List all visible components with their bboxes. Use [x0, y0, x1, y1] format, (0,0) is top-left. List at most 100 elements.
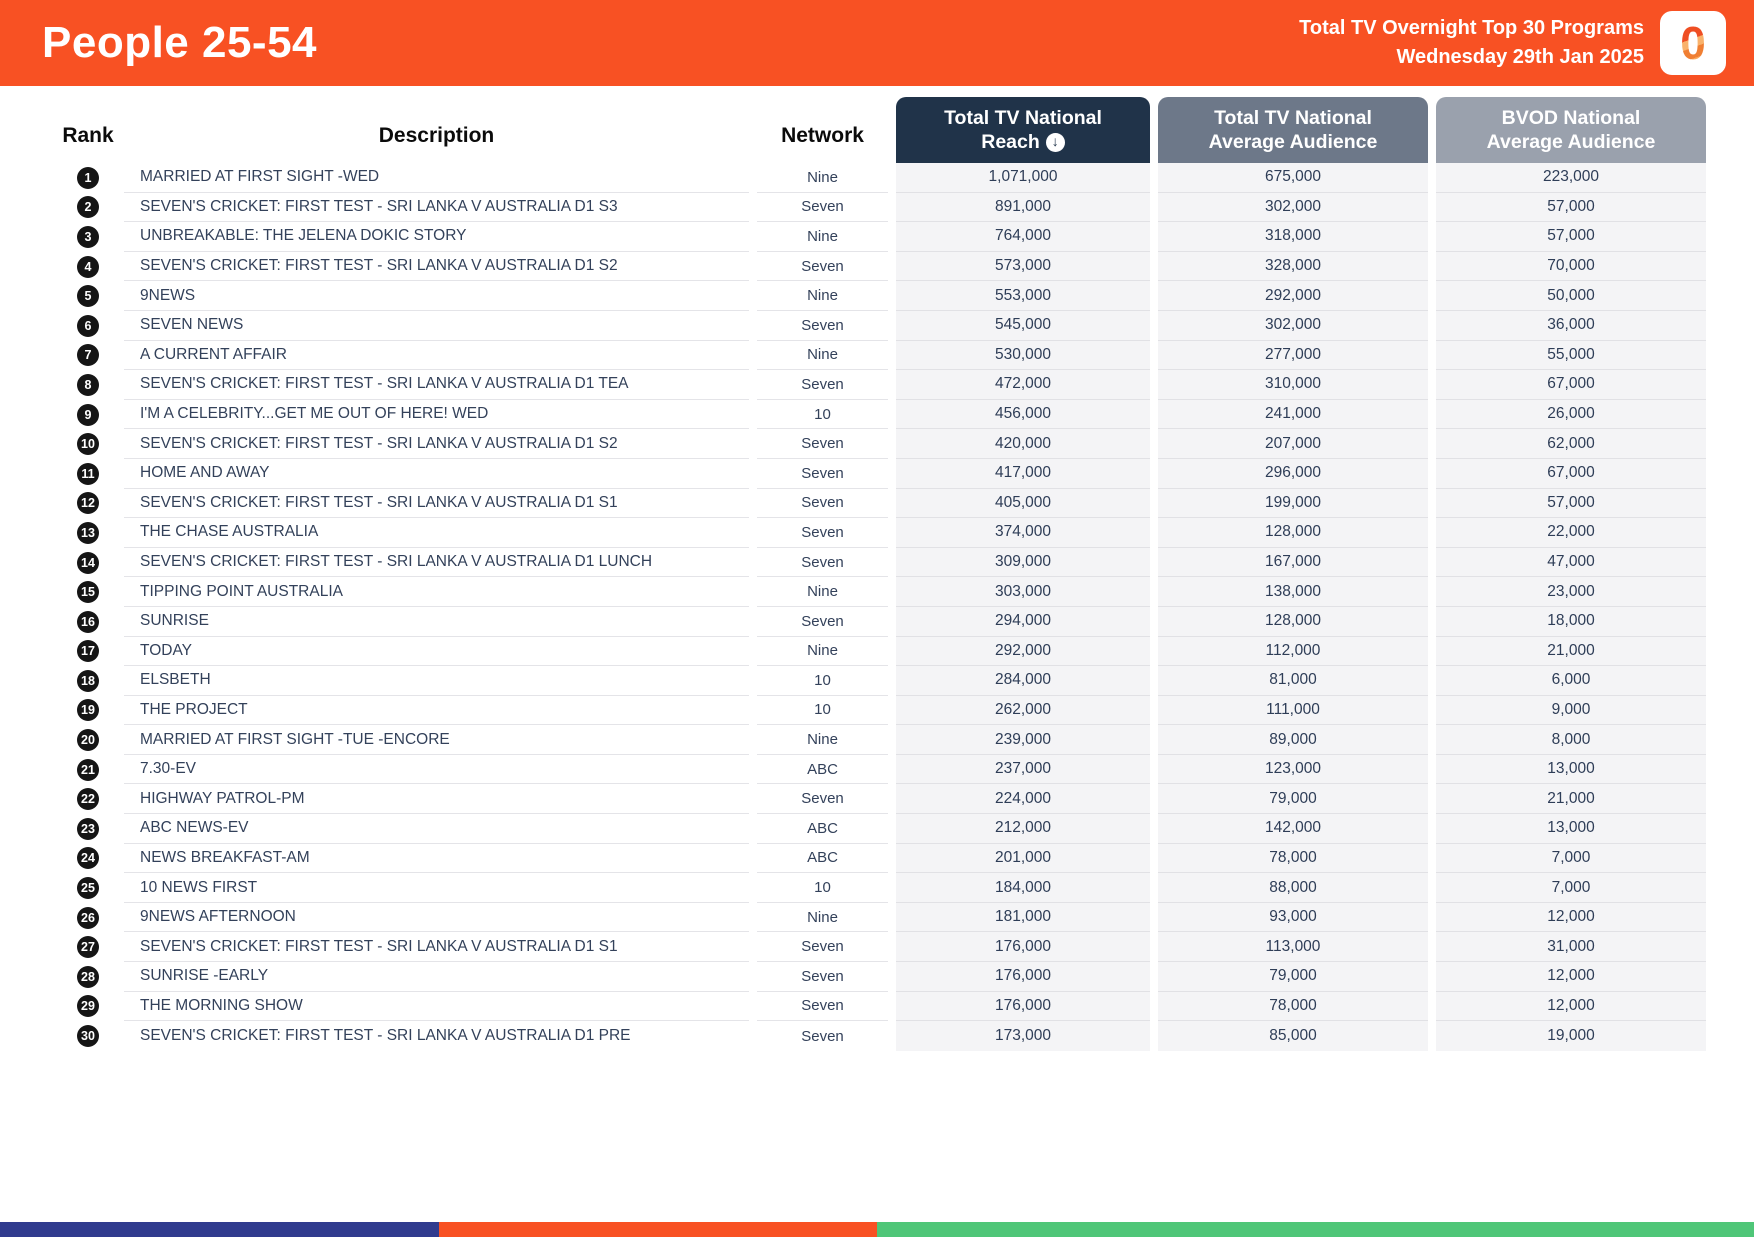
rank-badge: 2: [77, 196, 99, 219]
report-subtitle: Total TV Overnight Top 30 Programs Wedne…: [1299, 14, 1644, 72]
rank-badge: 18: [77, 669, 99, 692]
program-description: 9NEWS AFTERNOON: [124, 903, 749, 933]
program-description: SEVEN'S CRICKET: FIRST TEST - SRI LANKA …: [124, 489, 749, 519]
reach-value: 176,000: [896, 962, 1150, 992]
reach-value: 284,000: [896, 666, 1150, 696]
network-cell: Seven: [757, 489, 888, 519]
footer-segment-orange: [438, 1222, 877, 1237]
table-row: 6 SEVEN NEWS Seven 545,000 302,000 36,00…: [60, 310, 1706, 341]
reach-value: 420,000: [896, 429, 1150, 459]
column-header-rank: Rank: [62, 124, 114, 147]
rank-badge: 6: [77, 314, 99, 337]
avg-audience-value: 277,000: [1158, 340, 1428, 371]
avg-audience-value: 292,000: [1158, 281, 1428, 311]
table-row: 28 SUNRISE -EARLY Seven 176,000 79,000 1…: [60, 962, 1706, 992]
rank-badge: 15: [77, 581, 99, 604]
program-description: I'M A CELEBRITY...GET ME OUT OF HERE! WE…: [124, 400, 749, 430]
bvod-audience-value: 9,000: [1436, 695, 1706, 726]
rank-badge: 27: [77, 936, 99, 959]
avg-audience-value: 78,000: [1158, 991, 1428, 1022]
reach-value: 224,000: [896, 784, 1150, 815]
table-row: 4 SEVEN'S CRICKET: FIRST TEST - SRI LANK…: [60, 251, 1706, 282]
rank-badge: 9: [77, 403, 99, 426]
sort-descending-icon[interactable]: ↓: [1045, 132, 1065, 152]
column-header-total-tv-reach[interactable]: Total TV National Reach ↓: [896, 97, 1150, 163]
avg-audience-value: 113,000: [1158, 932, 1428, 963]
rank-cell: 2: [60, 193, 116, 223]
bvod-audience-value: 18,000: [1436, 606, 1706, 637]
bvod-audience-value: 67,000: [1436, 458, 1706, 489]
rank-badge: 10: [77, 433, 99, 456]
avg-audience-value: 328,000: [1158, 251, 1428, 282]
rank-cell: 14: [60, 548, 116, 578]
program-description: SEVEN'S CRICKET: FIRST TEST - SRI LANKA …: [140, 1027, 631, 1045]
table-row: 8 SEVEN'S CRICKET: FIRST TEST - SRI LANK…: [60, 370, 1706, 400]
rank-cell: 11: [60, 459, 116, 489]
bvod-header-line2: Average Audience: [1486, 131, 1656, 153]
rank-badge: 11: [77, 462, 99, 485]
oztam-logo-zero: 0: [1680, 17, 1706, 69]
bvod-audience-value: 31,000: [1436, 932, 1706, 963]
network-cell: Seven: [757, 252, 888, 282]
table-row: 16 SUNRISE Seven 294,000 128,000 18,000: [60, 606, 1706, 637]
program-description: 7.30-EV: [124, 755, 749, 785]
reach-value: 456,000: [896, 399, 1150, 430]
avg-audience-value: 128,000: [1158, 606, 1428, 637]
bvod-audience-value: 23,000: [1436, 577, 1706, 607]
network-cell: Seven: [757, 193, 888, 223]
reach-value: 891,000: [896, 192, 1150, 223]
program-description: TIPPING POINT AUSTRALIA: [124, 577, 749, 607]
network-cell: Nine: [757, 281, 888, 311]
program-description: THE CHASE AUSTRALIA: [124, 518, 749, 548]
bvod-audience-value: 21,000: [1436, 784, 1706, 815]
rank-cell: 8: [60, 370, 116, 400]
rank-cell: 24: [60, 844, 116, 874]
table-row: 24 NEWS BREAKFAST-AM ABC 201,000 78,000 …: [60, 843, 1706, 874]
column-header-total-tv-average: Total TV National Average Audience: [1158, 97, 1428, 163]
report-title-line: Total TV Overnight Top 30 Programs: [1299, 17, 1644, 39]
avg-audience-value: 88,000: [1158, 873, 1428, 903]
network-cell: Seven: [757, 518, 888, 548]
program-description: SEVEN NEWS: [124, 311, 749, 341]
rank-badge: 7: [77, 344, 99, 367]
network-cell: Seven: [757, 311, 888, 341]
bvod-audience-value: 6,000: [1436, 666, 1706, 696]
rank-cell: 26: [60, 903, 116, 933]
reach-value: 176,000: [896, 991, 1150, 1022]
rank-cell: 9: [60, 400, 116, 430]
network-cell: 10: [757, 696, 888, 726]
reach-value: 530,000: [896, 340, 1150, 371]
avg-audience-value: 302,000: [1158, 192, 1428, 223]
program-description: SEVEN'S CRICKET: FIRST TEST - SRI LANKA …: [124, 370, 749, 400]
network-cell: ABC: [757, 844, 888, 874]
avg-audience-value: 207,000: [1158, 429, 1428, 459]
report-date-line: Wednesday 29th Jan 2025: [1396, 46, 1644, 68]
reach-value: 374,000: [896, 518, 1150, 548]
program-description: SEVEN'S CRICKET: FIRST TEST - SRI LANKA …: [124, 932, 749, 963]
rank-badge: 22: [77, 788, 99, 811]
bvod-audience-value: 26,000: [1436, 399, 1706, 430]
reach-value: 239,000: [896, 725, 1150, 755]
reach-value: 201,000: [896, 843, 1150, 874]
program-table-body: 1 MARRIED AT FIRST SIGHT -WED Nine 1,071…: [0, 163, 1754, 1051]
rank-badge: 14: [77, 551, 99, 574]
avg-audience-value: 142,000: [1158, 814, 1428, 844]
reach-value: 294,000: [896, 606, 1150, 637]
bvod-audience-value: 55,000: [1436, 340, 1706, 371]
rank-cell: 27: [60, 932, 116, 962]
rank-cell: 18: [60, 666, 116, 696]
program-description: SUNRISE: [124, 607, 749, 637]
program-description: ABC NEWS-EV: [124, 814, 749, 844]
table-row: 9 I'M A CELEBRITY...GET ME OUT OF HERE! …: [60, 399, 1706, 430]
network-cell: Nine: [757, 341, 888, 371]
rank-badge: 1: [77, 166, 99, 189]
network-cell: ABC: [757, 814, 888, 844]
network-cell: Seven: [757, 429, 888, 459]
rank-cell: 7: [60, 341, 116, 371]
bvod-audience-value: 22,000: [1436, 518, 1706, 548]
rank-badge: 26: [77, 906, 99, 929]
reach-header-label: Reach: [981, 131, 1040, 153]
bvod-audience-value: 21,000: [1436, 636, 1706, 667]
reach-value: 1,071,000: [896, 163, 1150, 193]
reach-value: 545,000: [896, 310, 1150, 341]
